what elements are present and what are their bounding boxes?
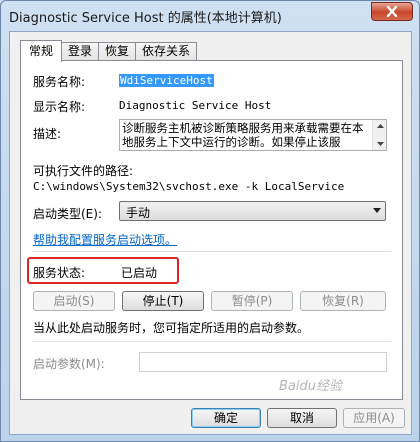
tab-dependencies[interactable]: 依存关系 [135,42,198,61]
tab-recovery[interactable]: 恢复 [98,42,137,61]
scroll-up-button[interactable] [374,121,386,131]
startup-type-label: 启动类型(E): [33,207,102,221]
chevron-down-icon [373,208,381,213]
watermark: Baidu经验 [279,379,342,394]
window-title: Diagnostic Service Host 的属性(本地计算机) [9,11,282,26]
start-params-hint: 当从此处启动服务时，您可指定所适用的启动参数。 [33,321,310,335]
arrow-up-icon [376,124,384,128]
service-status-label: 服务状态: [33,266,86,280]
description-label: 描述: [33,127,62,141]
startup-type-value: 手动 [126,206,151,220]
tab-general[interactable]: 常规 [20,40,63,62]
title-bar[interactable]: Diagnostic Service Host 的属性(本地计算机) [1,1,419,31]
close-icon [386,6,398,17]
service-name-text: WdiServiceHost [119,74,214,87]
exe-path-label: 可执行文件的路径: [33,164,134,178]
tab-logon[interactable]: 登录 [61,42,100,61]
display-name-label: 显示名称: [33,100,86,114]
separator-top [33,251,391,252]
service-name-label: 服务名称: [33,75,86,89]
description-box[interactable]: 诊断服务主机被诊断策略服务用来承载需要在本地服务上下文中运行的诊断。如果停止该服 [119,119,387,151]
service-status-value: 已启动 [121,266,158,280]
scroll-down-button[interactable] [374,139,386,149]
ok-button[interactable]: 确定 [191,408,261,428]
dialog-client-area: 常规 登录 恢复 依存关系 服务名称: WdiServiceHost 显示名称:… [9,31,412,435]
resume-button[interactable]: 恢复(R) [300,291,386,311]
help-configure-link[interactable]: 帮助我配置服务启动选项。 [33,231,177,248]
general-tab-panel: 服务名称: WdiServiceHost 显示名称: Diagnostic Se… [20,60,403,400]
start-button[interactable]: 启动(S) [33,291,115,311]
description-text: 诊断服务主机被诊断策略服务用来承载需要在本地服务上下文中运行的诊断。如果停止该服 [122,121,364,149]
description-scrollbar[interactable] [372,120,386,150]
service-name-value[interactable]: WdiServiceHost [119,74,214,87]
close-button[interactable] [371,2,413,21]
start-params-label: 启动参数(M): [33,357,105,371]
arrow-down-icon [376,142,384,146]
cancel-button[interactable]: 取消 [267,408,337,428]
start-params-input[interactable] [139,352,387,372]
apply-button[interactable]: 应用(A) [343,408,405,428]
display-name-value[interactable]: Diagnostic Service Host [119,99,271,112]
startup-type-select[interactable]: 手动 [119,201,386,221]
pause-button[interactable]: 暂停(P) [211,291,293,311]
separator-bottom [33,341,391,342]
stop-button[interactable]: 停止(T) [122,291,204,311]
exe-path-value[interactable]: C:\windows\System32\svchost.exe -k Local… [33,180,344,193]
properties-window: Diagnostic Service Host 的属性(本地计算机) 常规 登录… [0,0,420,442]
tab-strip: 常规 登录 恢复 依存关系 [20,40,198,62]
